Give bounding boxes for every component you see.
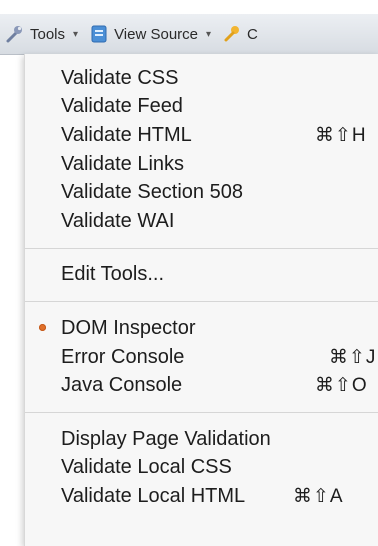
menu-separator — [25, 411, 378, 413]
next-toolbar-button[interactable]: C — [221, 23, 258, 45]
menu-item-label: Edit Tools... — [61, 263, 165, 286]
menu-item-shortcut: ⌘⇧O — [315, 375, 368, 397]
menu-item-validate-local-css[interactable]: Validate Local CSS — [25, 454, 378, 483]
menu-separator — [25, 301, 378, 303]
view-source-label: View Source — [114, 25, 198, 43]
tools-label: Tools — [30, 25, 66, 43]
menu-item-java-console[interactable]: Java Console ⌘⇧O — [25, 371, 378, 400]
menu-item-label: Error Console — [61, 345, 185, 368]
menu-item-edit-tools[interactable]: Edit Tools... — [25, 261, 378, 290]
menu-item-validate-feed[interactable]: Validate Feed — [25, 93, 378, 122]
menu-item-label: Validate HTML — [61, 123, 192, 146]
view-source-button[interactable]: View Source ▾ — [88, 23, 211, 45]
toolbar: Tools ▾ View Source ▾ C — [0, 14, 378, 55]
chevron-down-icon: ▾ — [73, 28, 79, 40]
menu-item-shortcut: ⌘⇧A — [293, 485, 344, 507]
menu-item-validate-local-html[interactable]: Validate Local HTML ⌘⇧A — [25, 482, 378, 511]
tools-dropdown-menu: Validate CSS Validate Feed Validate HTML… — [24, 54, 378, 546]
menu-item-label: Validate Feed — [61, 95, 183, 118]
menu-item-validate-html[interactable]: Validate HTML ⌘⇧H — [25, 121, 378, 150]
checked-bullet-icon — [39, 324, 46, 332]
next-label: C — [247, 25, 258, 43]
menu-item-validate-section-508[interactable]: Validate Section 508 — [25, 178, 378, 207]
menu-item-label: Java Console — [61, 374, 183, 397]
menu-item-validate-wai[interactable]: Validate WAI — [25, 207, 378, 236]
menu-item-validate-css[interactable]: Validate CSS — [25, 64, 378, 93]
tools-menu-button[interactable]: Tools ▾ — [4, 23, 78, 45]
key-icon — [221, 23, 243, 45]
menu-item-validate-links[interactable]: Validate Links — [25, 150, 378, 179]
menu-item-label: Display Page Validation — [61, 427, 271, 450]
wrench-icon — [4, 23, 26, 45]
menu-item-label: Validate CSS — [61, 66, 179, 89]
menu-item-dom-inspector[interactable]: DOM Inspector — [25, 314, 378, 343]
menu-item-error-console[interactable]: Error Console ⌘⇧J — [25, 343, 378, 372]
menu-item-label: Validate Links — [61, 152, 185, 175]
menu-item-label: Validate Local HTML — [61, 484, 246, 507]
menu-top-padding — [25, 54, 378, 64]
document-icon — [88, 23, 110, 45]
menu-item-label: Validate Section 508 — [61, 181, 243, 204]
menu-item-label: DOM Inspector — [61, 316, 196, 339]
menu-item-label: Validate WAI — [61, 209, 175, 232]
chevron-down-icon: ▾ — [206, 28, 212, 40]
menu-item-label: Validate Local CSS — [61, 456, 232, 479]
menu-item-shortcut: ⌘⇧J — [329, 346, 377, 368]
menu-separator — [25, 247, 378, 249]
menu-item-display-page-validation[interactable]: Display Page Validation — [25, 425, 378, 454]
menu-item-shortcut: ⌘⇧H — [315, 124, 367, 146]
window: Tools ▾ View Source ▾ C Validate CSS Val… — [0, 0, 378, 546]
